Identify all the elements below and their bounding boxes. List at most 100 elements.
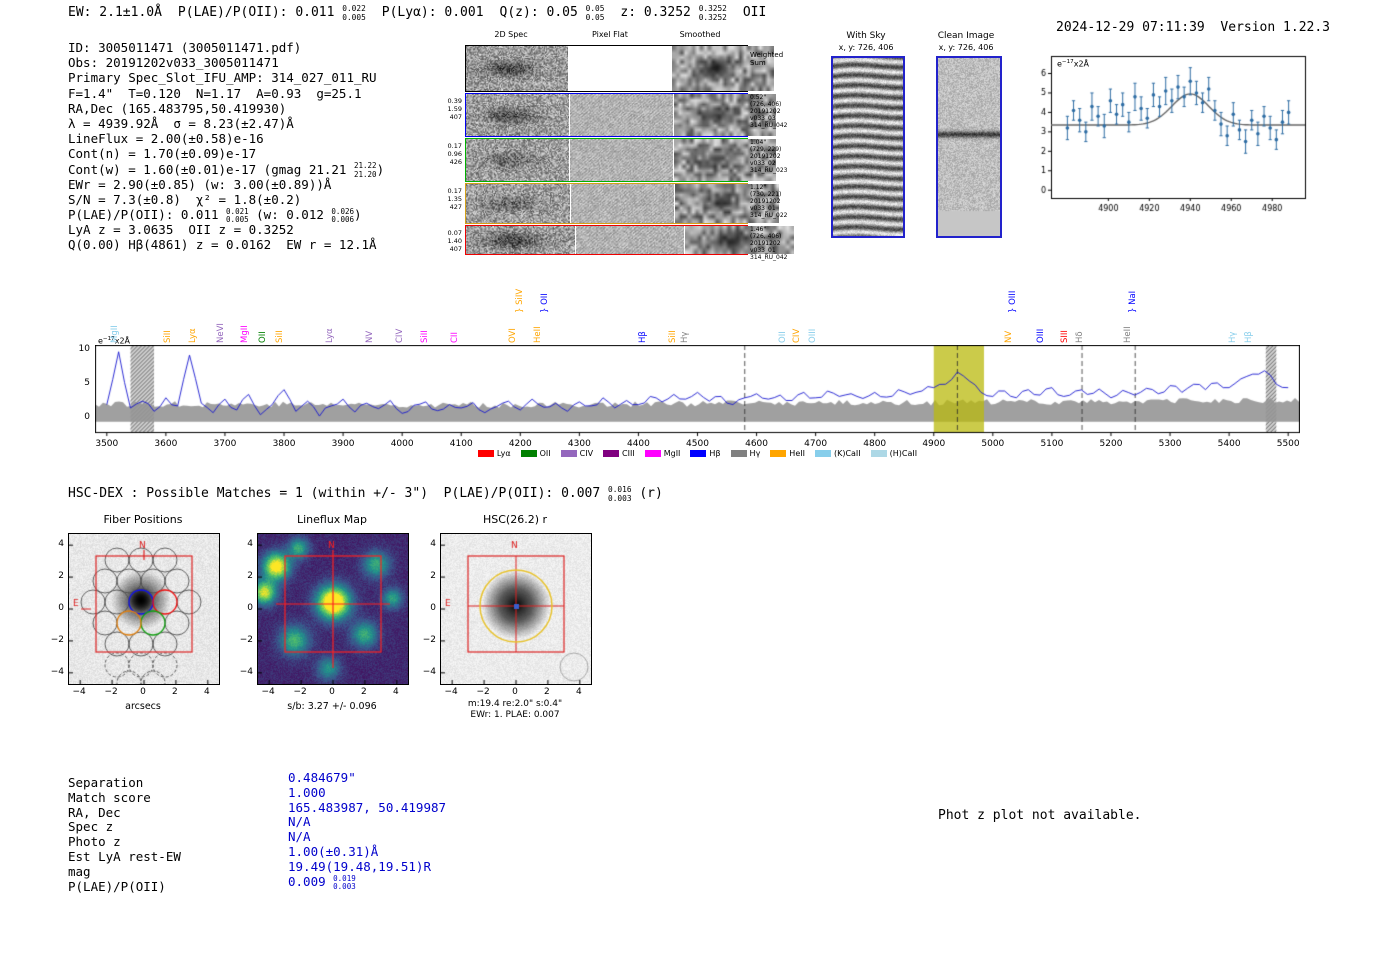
col-header-smoothed: Smoothed: [679, 30, 721, 39]
cutout-panels: Fiber Positions Lineflux Map HSC(26.2) r…: [0, 505, 720, 740]
spec2d-cutout-strip: 2D Spec Pixel Flat Smoothed Weighted Sum…: [445, 28, 810, 265]
stacked-uncertainty: 0.3252 0.3252: [698, 4, 727, 22]
text-segment: LineFlux = 2.00(±0.58)e-16: [68, 131, 264, 147]
detection-info-block: ID: 3005011471 (3005011471.pdf) Obs: 2019…: [68, 40, 384, 253]
info-line: RA,Dec (165.483795,50.419930): [68, 101, 384, 116]
spectrum-xtick-label: 5100: [1040, 439, 1064, 449]
text-segment: 165.483987, 50.419987: [288, 799, 447, 815]
panel-ytick-label: 4: [58, 539, 64, 550]
legend-item: CIII: [603, 449, 635, 458]
spec2d-row1-pixelflat-canvas: [569, 94, 673, 136]
emission-line-label: SiII: [667, 330, 678, 343]
text-segment: F=1.4" T=0.120 N=1.17 A=0.93 g=25.1: [68, 85, 362, 101]
text-segment: N/A: [288, 814, 311, 830]
spec2d-row4-pixelflat-canvas: [575, 226, 684, 254]
emission-line-label: SiII: [274, 330, 285, 343]
spec2d-row: [465, 138, 777, 182]
spectrum-xtick-label: 3800: [272, 439, 296, 449]
stacked-uncertainty: 21.22 21.20: [353, 161, 377, 179]
legend-swatch: [477, 450, 494, 457]
emission-line-label: } OII: [540, 293, 551, 313]
emission-line-label: Lyα: [325, 328, 336, 343]
match-table-value: 0.009 0.019 0.003: [288, 874, 356, 892]
text-segment: ID: 3005011471 (3005011471.pdf): [68, 40, 302, 55]
emission-line-label: OII: [777, 331, 788, 343]
spec2d-row0-2dspec-canvas: [466, 46, 569, 91]
panel-caption: arcsecs: [125, 701, 161, 712]
legend-label: Hγ: [749, 449, 761, 458]
spectrum-ytick-label: 10: [78, 344, 90, 355]
match-table-label: P(LAE)/P(OII): [68, 878, 166, 894]
info-line: F=1.4" T=0.120 N=1.17 A=0.93 g=25.1: [68, 86, 384, 101]
spectrum-xtick-label: 4600: [745, 439, 769, 449]
legend-label: Hβ: [709, 449, 721, 458]
info-line: EWr = 2.90(±0.85) (w: 3.00(±0.89))Å: [68, 177, 384, 192]
text-segment: Q(0.00) Hβ(4861) z = 0.0162 EW r = 12.1Å: [68, 237, 377, 253]
text-segment: OII: [742, 5, 767, 20]
panel-xtick-label: −4: [444, 687, 458, 697]
emission-line-label: SiII: [162, 330, 173, 343]
panel-ytick-label: −2: [422, 634, 436, 645]
text-segment: 19.49(19.48,19.51)R: [288, 858, 431, 874]
spectrum-xtick-label: 4000: [390, 439, 414, 449]
col-header-pixelflat: Pixel Flat: [592, 30, 628, 39]
hsc-r-image: [440, 533, 592, 685]
top-summary-item: P(LAE)/P(OII): 0.011 0.022 0.005: [178, 4, 366, 22]
spectrum-ytick-label: 5: [84, 378, 90, 389]
emission-line-label: NV: [1004, 330, 1015, 343]
match-table-value: 1.00(±0.31)Å: [288, 844, 378, 859]
spectrum-ytick-label: 0: [84, 412, 90, 423]
text-segment: LyA z = 3.0635 OII z = 0.3252: [68, 222, 294, 238]
legend-label: HeII: [789, 449, 805, 458]
clean-image-title: Clean Image: [937, 31, 995, 41]
text-segment: λ = 4939.92Å σ = 8.23(±2.47)Å: [68, 115, 294, 131]
spec2d-row: [465, 45, 775, 92]
match-table-label: Est LyA rest-EW: [68, 849, 181, 864]
panel-xtick-label: −4: [72, 687, 86, 697]
panel-ytick-label: 2: [247, 571, 253, 582]
legend-label: (K)CaII: [833, 449, 861, 458]
panel-ytick-label: 0: [58, 603, 64, 613]
legend-label: (H)CaII: [889, 449, 918, 458]
info-line: Cont(w) = 1.60(±0.01)e-17 (gmag 21.21 21…: [68, 161, 384, 179]
text-segment: Q(z): 0.05: [499, 5, 586, 21]
legend-label: CIII: [622, 449, 635, 458]
line-fit-zoom-plot: e−17x2Å: [1035, 50, 1315, 225]
text-segment: (r): [631, 486, 663, 502]
legend-label: MgII: [663, 449, 681, 458]
emission-line-label: OIII: [807, 328, 818, 343]
spec2d-row: [465, 183, 779, 224]
legend-label: Lyα: [496, 449, 511, 458]
report-version: Version 1.22.3: [1220, 20, 1330, 35]
text-segment: ): [354, 207, 362, 223]
spectrum-xtick-label: 5500: [1276, 439, 1300, 449]
info-line: ID: 3005011471 (3005011471.pdf): [68, 40, 384, 55]
report-datetime: 2024-12-29 07:11:39: [1056, 20, 1205, 35]
clean-image: [936, 56, 1002, 238]
legend-swatch: [560, 450, 577, 457]
text-segment: Cont(n) = 1.70(±0.09)e-17: [68, 146, 257, 162]
elixer-report-page: EW: 2.1±1.0Å P(LAE)/P(OII): 0.011 0.022 0.…: [0, 0, 1400, 953]
legend-swatch: [690, 450, 707, 457]
match-table-value: N/A: [288, 829, 311, 844]
text-segment: z: 0.3252: [620, 5, 699, 21]
timestamp-version: 2024-12-29 07:11:39 Version 1.22.3: [1025, 5, 1330, 50]
legend-item: HeII: [770, 449, 805, 458]
match-table-label: RA, Dec: [68, 804, 121, 820]
legend-item: (H)CaII: [870, 449, 918, 458]
info-line: Cont(n) = 1.70(±0.09)e-17: [68, 146, 384, 161]
panel-xtick-label: −4: [261, 687, 275, 697]
panel-ytick-label: 0: [430, 603, 436, 613]
text-segment: HSC-DEX : Possible Matches = 1 (within +…: [68, 486, 609, 502]
spec2d-row2-pixelflat-canvas: [569, 139, 673, 181]
hsc-summary-text: HSC-DEX : Possible Matches = 1 (within +…: [68, 485, 663, 502]
panel-ytick-label: 2: [430, 571, 436, 582]
legend-label: CIV: [579, 449, 594, 458]
emission-line-label: Hβ: [1243, 331, 1254, 343]
panel-ytick-label: −2: [50, 634, 64, 645]
spectrum-xtick-label: 4800: [863, 439, 887, 449]
emission-line-label: CIV: [394, 328, 405, 343]
panel-xtick-label: −2: [476, 687, 490, 697]
spectrum-xtick-label: 4500: [686, 439, 709, 449]
